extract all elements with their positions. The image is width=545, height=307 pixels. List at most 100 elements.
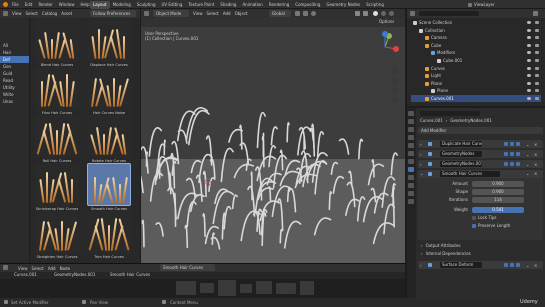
modifier-name[interactable]: GeometryNodes bbox=[440, 151, 482, 157]
asset-tile[interactable]: Shrinkwrap Hair Curves bbox=[33, 163, 81, 213]
visibility-eye-icon[interactable] bbox=[527, 66, 531, 70]
catalog-guides[interactable]: Guid bbox=[0, 70, 29, 77]
active-modifier-header[interactable]: ⌄ Smooth Hair Curves ⌄ × bbox=[418, 170, 543, 178]
node-menu-select[interactable]: Select bbox=[32, 266, 44, 271]
section-internal-dependencies[interactable]: › Internal Dependencies bbox=[421, 251, 471, 256]
tab-tool[interactable] bbox=[408, 111, 414, 116]
section-output-attributes[interactable]: › Output Attributes bbox=[421, 243, 461, 248]
preserve-length-checkbox[interactable]: Preserve Length bbox=[472, 223, 510, 228]
outliner-item[interactable]: Collection bbox=[411, 27, 541, 34]
catalog-generation[interactable]: Gen bbox=[0, 63, 29, 70]
asset-menu-view[interactable]: View bbox=[12, 11, 22, 16]
outliner-item[interactable]: Curves.001 bbox=[411, 95, 541, 102]
visibility-eye-icon[interactable] bbox=[527, 28, 531, 32]
show-editmode-icon[interactable] bbox=[504, 142, 508, 146]
outliner-item[interactable]: Cube bbox=[411, 42, 541, 49]
node[interactable] bbox=[218, 280, 236, 296]
visibility-eye-icon[interactable] bbox=[527, 81, 531, 85]
amount-field[interactable]: 0.900 bbox=[472, 181, 524, 187]
node-menu-add[interactable]: Add bbox=[48, 266, 56, 271]
asset-tile[interactable]: Frizz Hair Curves bbox=[33, 67, 81, 117]
asset-tile[interactable]: Blend Hair Curves bbox=[33, 19, 81, 69]
dropdown-chevron-icon[interactable]: ⌄ bbox=[526, 171, 529, 176]
pan-hand-icon[interactable] bbox=[391, 77, 398, 84]
expand-chevron-icon[interactable]: › bbox=[421, 243, 423, 248]
menu-file[interactable]: File bbox=[12, 2, 19, 7]
tab-object[interactable] bbox=[408, 159, 414, 164]
catalog-hair[interactable]: Hair bbox=[0, 49, 29, 56]
overlays-icon[interactable] bbox=[363, 11, 368, 16]
render-camera-icon[interactable] bbox=[535, 43, 539, 47]
3d-viewport[interactable]: Object Mode View Select Add Object Globa… bbox=[141, 9, 405, 263]
menu-window[interactable]: Window bbox=[59, 2, 75, 7]
catalog-write[interactable]: Write bbox=[0, 91, 29, 98]
outliner-item[interactable]: Plane bbox=[411, 80, 541, 87]
node-group-selector[interactable]: Smooth Hair Curves bbox=[160, 264, 215, 271]
asset-tile[interactable]: Hair Curves Noise bbox=[85, 67, 133, 117]
modifier-name[interactable]: Duplicate Hair Curves bbox=[440, 141, 482, 147]
expand-chevron-icon[interactable]: › bbox=[420, 162, 422, 167]
show-editmode-icon[interactable] bbox=[504, 263, 508, 267]
tab-shading[interactable]: Shading bbox=[217, 1, 239, 9]
lock-tips-check-icon[interactable] bbox=[472, 215, 476, 220]
tab-physics[interactable] bbox=[408, 183, 414, 188]
tab-geometry-nodes[interactable]: Geometry Nodes bbox=[323, 1, 363, 9]
options-button[interactable]: Options bbox=[379, 19, 394, 24]
asset-tile[interactable]: Rotate Hair Curves bbox=[85, 115, 133, 165]
outliner-item[interactable]: Cube.001 bbox=[411, 57, 541, 64]
visibility-icon[interactable] bbox=[355, 11, 360, 16]
show-render-icon[interactable] bbox=[516, 162, 520, 166]
visibility-eye-icon[interactable] bbox=[527, 43, 531, 47]
tab-scene[interactable] bbox=[408, 143, 414, 148]
catalog-utility[interactable]: Utility bbox=[0, 84, 29, 91]
menu-render[interactable]: Render bbox=[38, 2, 52, 7]
tab-constraints[interactable] bbox=[408, 191, 414, 196]
shading-solid-icon[interactable] bbox=[373, 11, 378, 16]
shape-field[interactable]: 0.900 bbox=[472, 189, 524, 195]
editor-type-icon[interactable] bbox=[410, 11, 415, 16]
show-render-icon[interactable] bbox=[516, 142, 520, 146]
render-camera-icon[interactable] bbox=[535, 28, 539, 32]
visibility-eye-icon[interactable] bbox=[527, 36, 531, 40]
editor-type-icon[interactable] bbox=[144, 11, 149, 16]
show-viewport-icon[interactable] bbox=[510, 263, 514, 267]
asset-tile[interactable]: Displace Hair Curves bbox=[85, 19, 133, 69]
expand-chevron-icon[interactable]: › bbox=[420, 142, 422, 147]
iterations-field[interactable]: 114 bbox=[472, 197, 524, 203]
x-axis-icon[interactable] bbox=[393, 46, 399, 52]
tab-view-layer[interactable] bbox=[408, 135, 414, 140]
render-camera-icon[interactable] bbox=[535, 66, 539, 70]
node[interactable] bbox=[200, 283, 214, 293]
asset-library-dropdown[interactable]: Follow Preferences bbox=[90, 10, 136, 17]
lock-tips-checkbox[interactable]: Lock Tips bbox=[472, 215, 496, 220]
outliner-item[interactable]: Scene Collection bbox=[411, 19, 541, 26]
add-modifier-button[interactable]: Add Modifier bbox=[418, 127, 543, 134]
z-axis-icon[interactable] bbox=[382, 31, 388, 37]
viewport-menu-add[interactable]: Add bbox=[223, 11, 231, 16]
asset-tile[interactable]: Roll Hair Curves bbox=[33, 115, 81, 165]
outliner-item[interactable]: Plane bbox=[411, 87, 541, 94]
blender-logo-icon[interactable] bbox=[3, 2, 8, 7]
transform-orientation-dropdown[interactable]: Global bbox=[269, 10, 291, 17]
render-camera-icon[interactable] bbox=[535, 21, 539, 24]
preserve-length-check-icon[interactable] bbox=[472, 223, 476, 228]
camera-view-icon[interactable] bbox=[391, 87, 398, 94]
tab-rendering[interactable]: Rendering bbox=[266, 1, 292, 9]
dropdown-chevron-icon[interactable]: ⌄ bbox=[526, 142, 529, 147]
shading-material-icon[interactable] bbox=[381, 11, 386, 16]
render-camera-icon[interactable] bbox=[535, 51, 539, 55]
tab-output[interactable] bbox=[408, 127, 414, 132]
visibility-eye-icon[interactable] bbox=[527, 59, 531, 62]
tab-compositing[interactable]: Compositing bbox=[292, 1, 323, 9]
tab-modeling[interactable]: Modeling bbox=[110, 1, 134, 9]
modifier-panel[interactable]: › Duplicate Hair Curves ⌄ × bbox=[418, 140, 543, 148]
node[interactable] bbox=[176, 281, 196, 295]
modifier-panel[interactable]: › GeometryNodes.001 ⌄ × bbox=[418, 160, 543, 168]
outliner-item[interactable]: Camera bbox=[411, 34, 541, 41]
node-editor[interactable]: View Select Add Node Smooth Hair Curves … bbox=[0, 263, 405, 298]
outliner-item[interactable]: Modifiers bbox=[411, 49, 541, 56]
navigation-gizmo[interactable] bbox=[369, 31, 401, 63]
show-render-icon[interactable] bbox=[516, 263, 520, 267]
outliner-item[interactable]: Curves bbox=[411, 65, 541, 72]
editor-type-icon[interactable] bbox=[3, 11, 8, 16]
